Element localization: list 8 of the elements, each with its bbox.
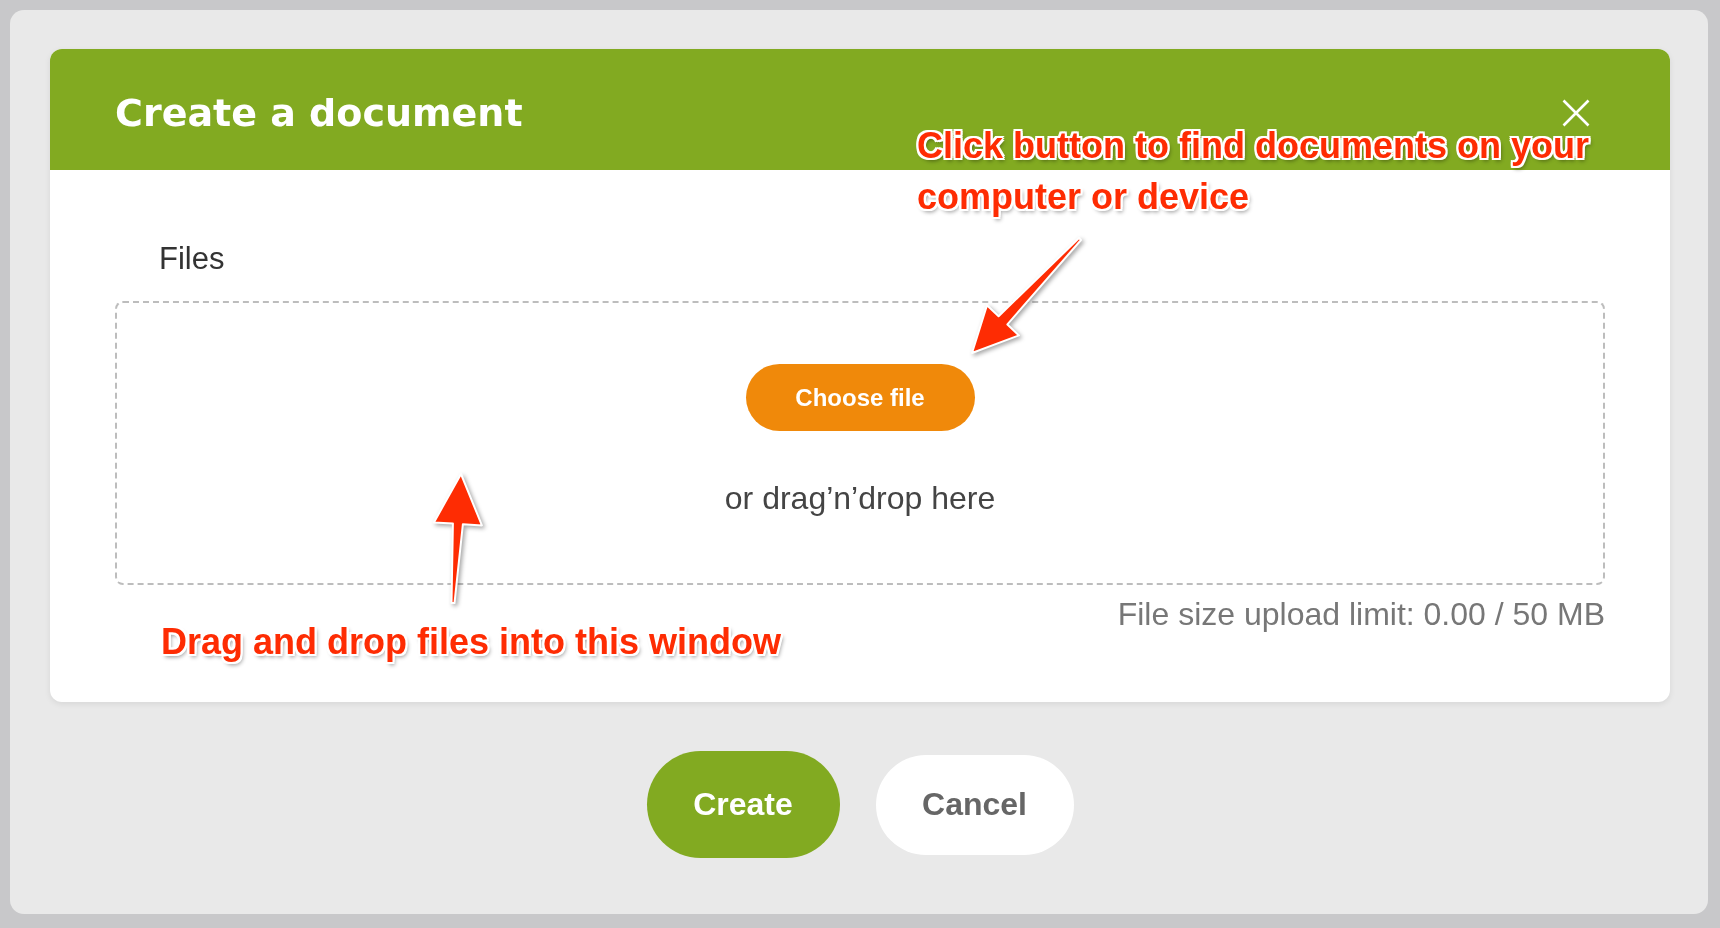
size-limit-text: File size upload limit: 0.00 / 50 MB	[1117, 596, 1605, 632]
cancel-button[interactable]: Cancel	[875, 754, 1074, 855]
annotation-text: Drag and drop files into this window	[161, 620, 781, 664]
drop-hint: or drag’n’drop here	[724, 480, 996, 516]
close-icon[interactable]	[1562, 99, 1590, 127]
dialog-title: Create a document	[115, 90, 523, 136]
field-label: Files	[159, 241, 225, 277]
annotation-text: Click button to find documents on your computer or device	[917, 124, 1590, 219]
